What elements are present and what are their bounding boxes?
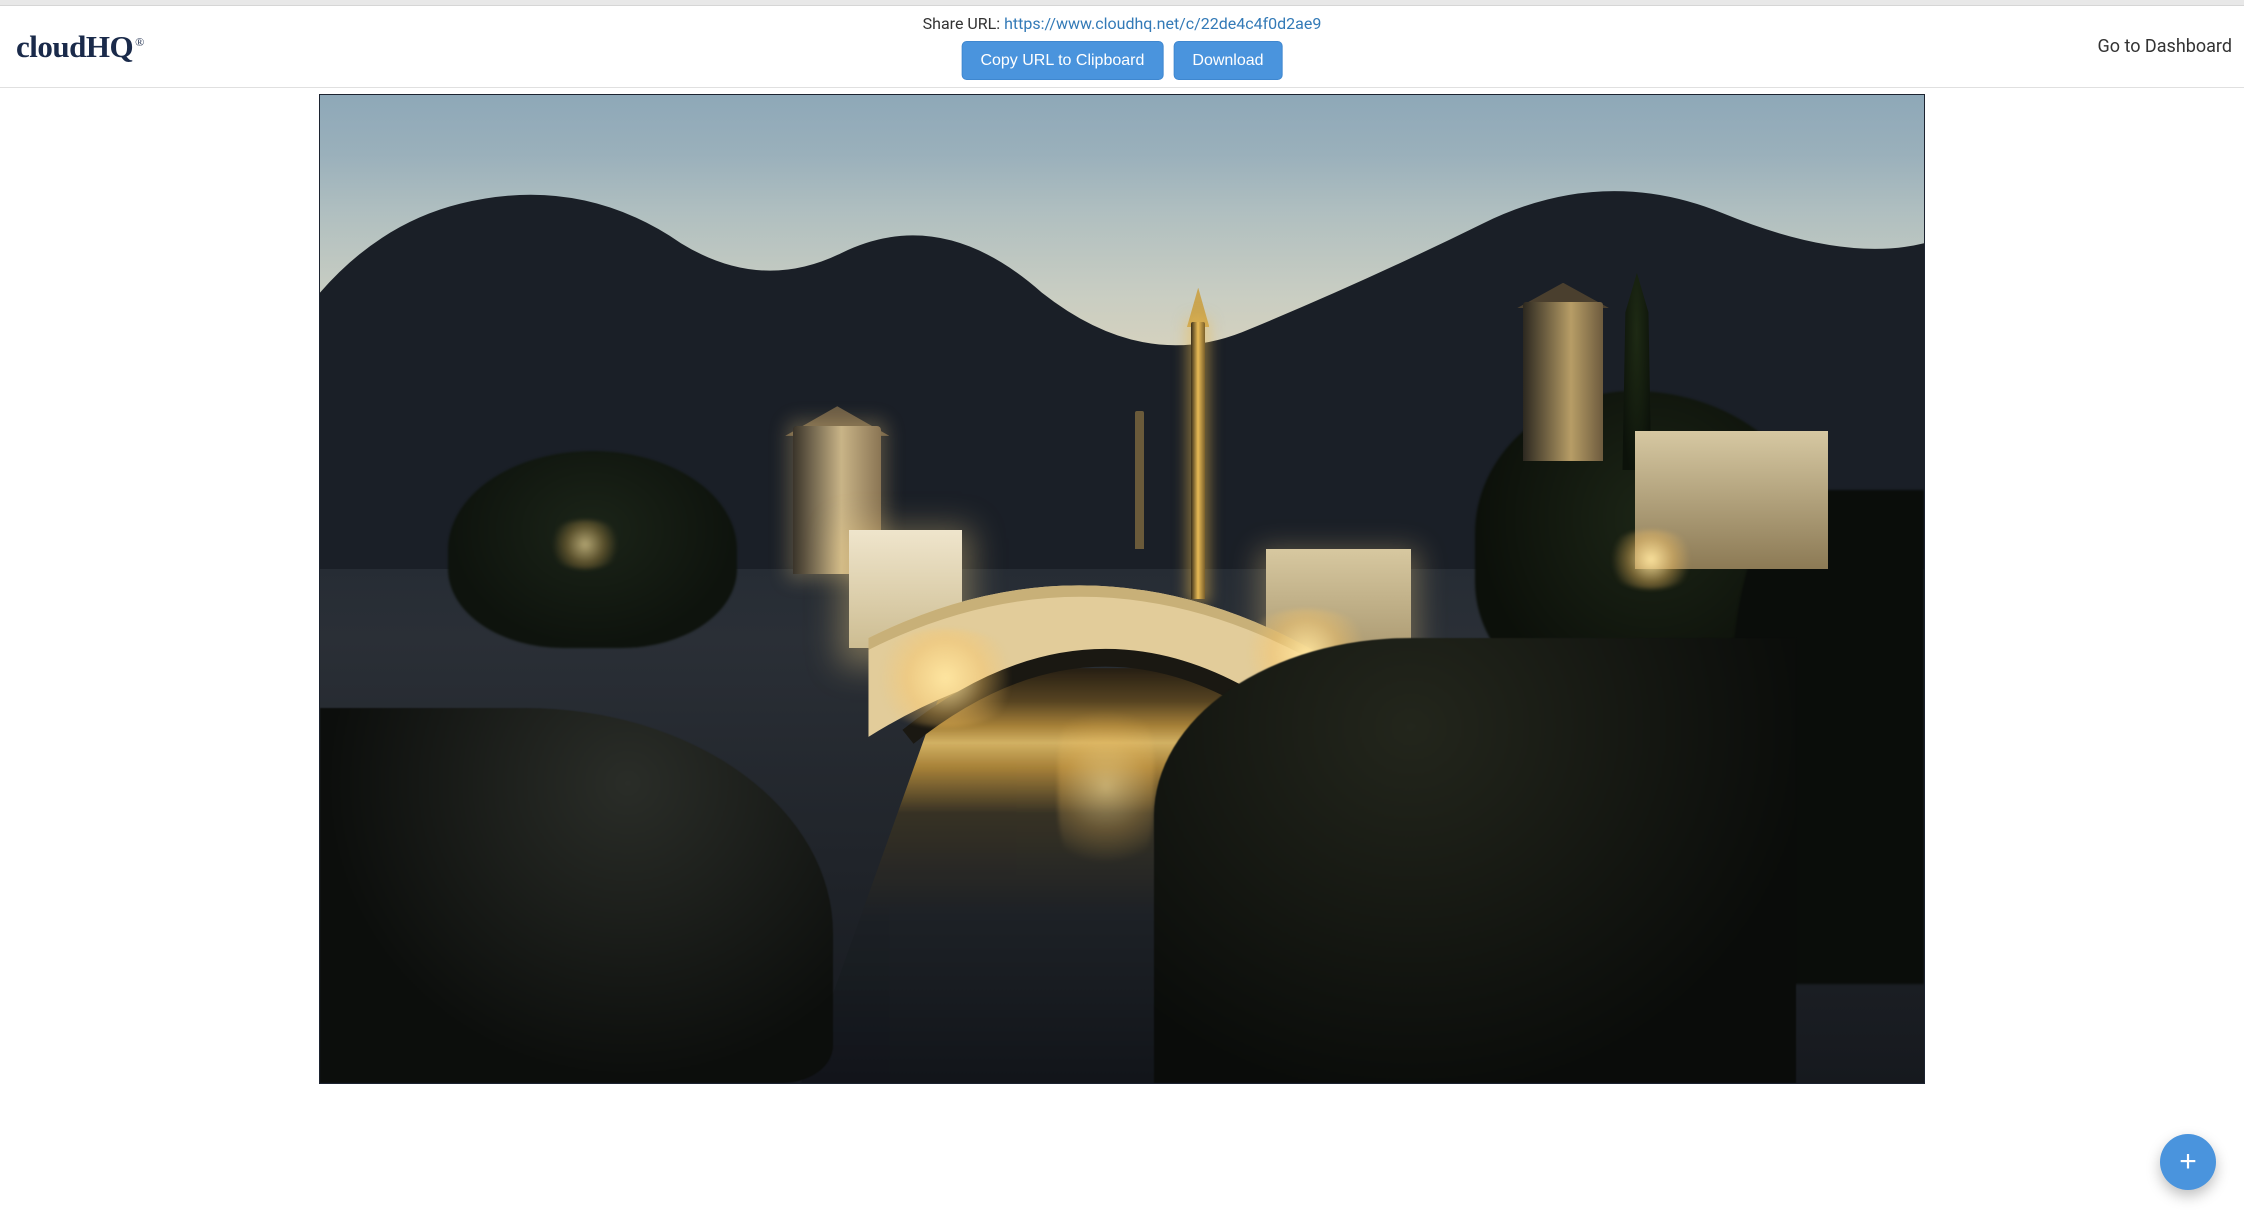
go-to-dashboard-link[interactable]: Go to Dashboard	[2098, 36, 2233, 57]
header-buttons: Copy URL to Clipboard Download	[961, 41, 1282, 80]
add-fab-button[interactable]: +	[2160, 1134, 2216, 1190]
app-header: cloudHQ® Share URL: https://www.cloudhq.…	[0, 6, 2244, 88]
brand-logo: cloudHQ®	[16, 31, 154, 62]
image-foreground-bank	[320, 708, 833, 1083]
content-area	[0, 88, 2244, 1084]
brand-name: cloudHQ	[16, 29, 133, 64]
image-minaret-small	[1135, 411, 1145, 549]
image-minaret	[1191, 322, 1205, 599]
shared-image	[319, 94, 1925, 1084]
share-url-line: Share URL: https://www.cloudhq.net/c/22d…	[923, 14, 1322, 33]
copy-url-button[interactable]: Copy URL to Clipboard	[961, 41, 1163, 80]
registered-mark: ®	[135, 35, 144, 49]
download-button[interactable]: Download	[1173, 41, 1282, 80]
image-foreground-bank	[1154, 638, 1796, 1083]
image-building	[1635, 431, 1827, 569]
share-url-label: Share URL:	[923, 14, 1004, 33]
plus-icon: +	[2179, 1145, 2197, 1179]
image-tower-right	[1523, 302, 1603, 460]
image-foliage	[448, 451, 737, 649]
share-url-link[interactable]: https://www.cloudhq.net/c/22de4c4f0d2ae9	[1004, 14, 1321, 33]
header-center: Share URL: https://www.cloudhq.net/c/22d…	[923, 6, 1322, 88]
